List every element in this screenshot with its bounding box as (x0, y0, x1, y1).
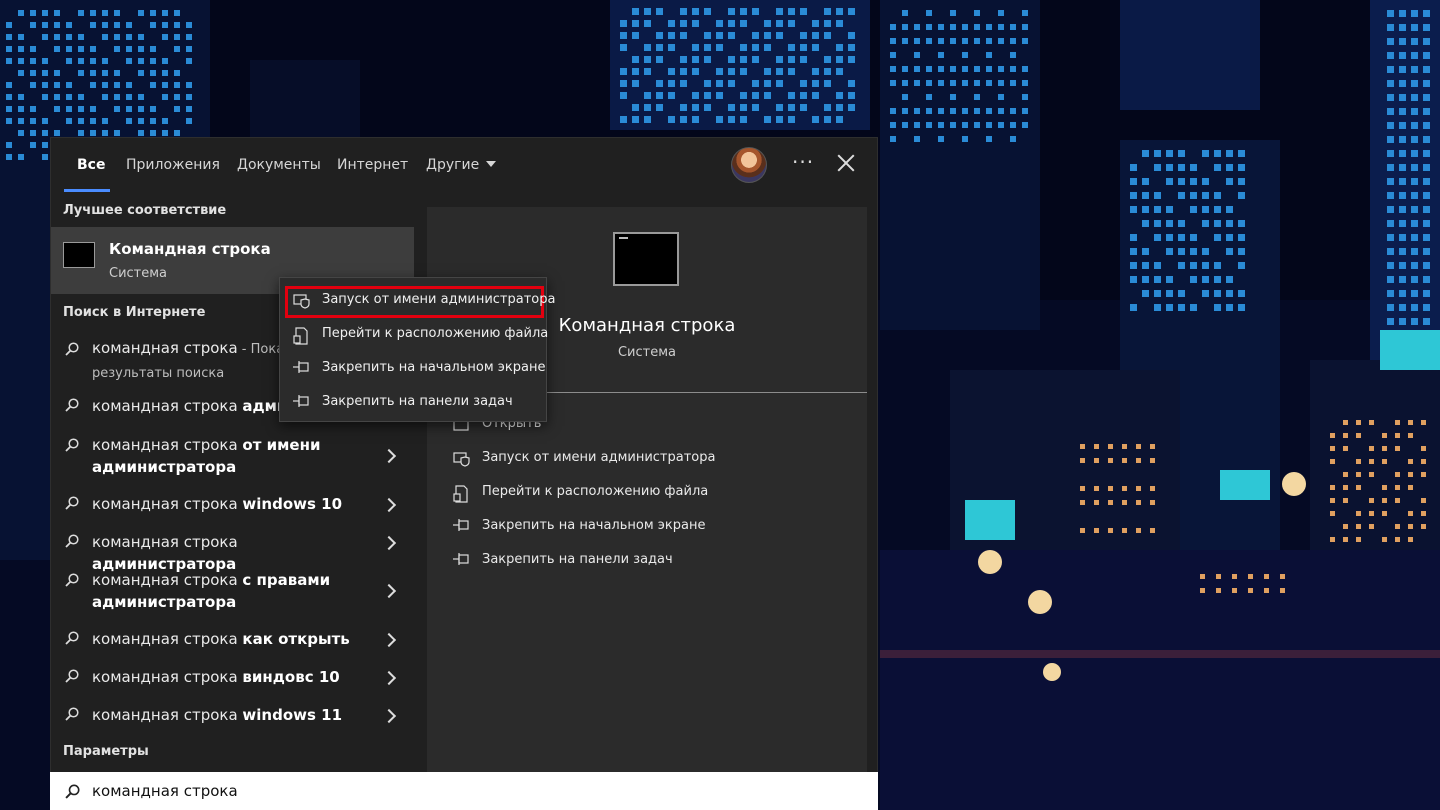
tab-apps[interactable]: Приложения (126, 157, 220, 173)
preview-action-run-as-admin[interactable]: Запуск от имени администратора (453, 450, 716, 467)
file-location-icon (453, 485, 468, 503)
web-result-line2: результаты поиска (92, 366, 225, 381)
chevron-right-icon (381, 535, 397, 551)
cmd-app-icon-large (613, 232, 679, 286)
ctx-item-label: Закрепить на начальном экране (322, 360, 546, 375)
ctx-open-location[interactable]: Перейти к расположению файла (293, 326, 549, 345)
more-options-button[interactable]: ··· (792, 150, 814, 174)
preview-action-label: Закрепить на начальном экране (482, 518, 706, 533)
web-result-7[interactable]: командная строка виндовс 10 (51, 666, 414, 690)
chevron-down-icon (486, 161, 497, 167)
web-result-6[interactable]: командная строка как открыть (51, 628, 414, 652)
search-icon (65, 707, 79, 721)
context-menu: Запуск от имени администратора Перейти к… (279, 277, 555, 422)
pin-icon (453, 519, 469, 531)
ctx-item-label: Закрепить на панели задач (322, 394, 513, 409)
preview-action-open-location[interactable]: Перейти к расположению файла (453, 484, 709, 503)
ctx-item-label: Перейти к расположению файла (322, 326, 549, 341)
preview-action-label: Запуск от имени администратора (482, 450, 716, 465)
web-result-bold: виндовс 10 (242, 668, 340, 686)
shield-icon (453, 452, 470, 467)
ctx-pin-taskbar[interactable]: Закрепить на панели задач (293, 394, 513, 409)
search-panel: Все Приложения Документы Интернет Другие… (50, 137, 878, 774)
tab-documents[interactable]: Документы (237, 157, 321, 173)
web-search-heading: Поиск в Интернете (63, 305, 206, 320)
web-result-8[interactable]: командная строка windows 11 (51, 704, 414, 728)
search-icon (65, 573, 79, 587)
search-icon (65, 534, 79, 548)
best-match-title: Командная строка (109, 240, 271, 258)
ctx-run-as-admin[interactable]: Запуск от имени администратора (293, 292, 556, 309)
tab-other-label: Другие (426, 157, 480, 173)
chevron-right-icon (381, 670, 397, 686)
settings-heading: Параметры (63, 744, 149, 759)
cmd-app-icon (63, 242, 95, 268)
pin-icon (293, 395, 309, 407)
web-result-text: командная строка (92, 495, 243, 513)
web-result-text: командная строка (92, 668, 243, 686)
file-location-icon (293, 327, 308, 345)
preview-action-pin-taskbar[interactable]: Закрепить на панели задач (453, 552, 673, 567)
tab-other[interactable]: Другие (426, 157, 497, 173)
web-result-text: командная строка (92, 436, 243, 454)
close-icon[interactable] (837, 154, 855, 172)
pin-icon (293, 361, 309, 373)
search-bar[interactable]: командная строка (50, 772, 878, 810)
chevron-right-icon (381, 708, 397, 724)
web-result-2[interactable]: командная строка от имени администратора (51, 434, 414, 480)
chevron-right-icon (381, 632, 397, 648)
tab-internet[interactable]: Интернет (337, 157, 408, 173)
best-match-subtitle: Система (109, 266, 168, 281)
web-result-3[interactable]: командная строка windows 10 (51, 493, 414, 517)
search-icon (65, 631, 79, 645)
web-result-text: командная строка (92, 706, 243, 724)
web-result-bold: windows 11 (242, 706, 343, 724)
search-icon (65, 784, 80, 799)
web-result-text: командная строка (92, 339, 238, 357)
preview-action-label: Закрепить на панели задач (482, 552, 673, 567)
best-match-heading: Лучшее соответствие (63, 203, 227, 218)
filter-tabs: Все Приложения Документы Интернет Другие… (51, 138, 877, 198)
preview-action-label: Перейти к расположению файла (482, 484, 709, 499)
web-result-bold: как открыть (242, 630, 350, 648)
ctx-item-label: Запуск от имени администратора (322, 292, 556, 307)
web-result-text: командная строка (92, 533, 238, 551)
preview-action-pin-start[interactable]: Закрепить на начальном экране (453, 518, 706, 533)
pin-icon (453, 553, 469, 565)
web-result-bold: windows 10 (242, 495, 343, 513)
search-icon (65, 398, 79, 412)
chevron-right-icon (381, 497, 397, 513)
search-icon (65, 342, 79, 356)
web-result-text: командная строка (92, 571, 243, 589)
avatar[interactable] (731, 147, 767, 183)
web-result-text: командная строка (92, 630, 243, 648)
chevron-right-icon (381, 448, 397, 464)
shield-icon (293, 294, 310, 309)
search-icon (65, 669, 79, 683)
web-result-5[interactable]: командная строка с правами администратор… (51, 569, 414, 615)
active-tab-indicator (64, 189, 110, 192)
tab-all[interactable]: Все (77, 157, 105, 173)
web-result-text: командная строка (92, 397, 243, 415)
web-result-4[interactable]: командная строка администратора (51, 531, 414, 573)
search-icon (65, 496, 79, 510)
search-input[interactable]: командная строка (92, 782, 238, 800)
search-icon (65, 438, 79, 452)
ctx-pin-start[interactable]: Закрепить на начальном экране (293, 360, 546, 375)
chevron-right-icon (381, 583, 397, 599)
